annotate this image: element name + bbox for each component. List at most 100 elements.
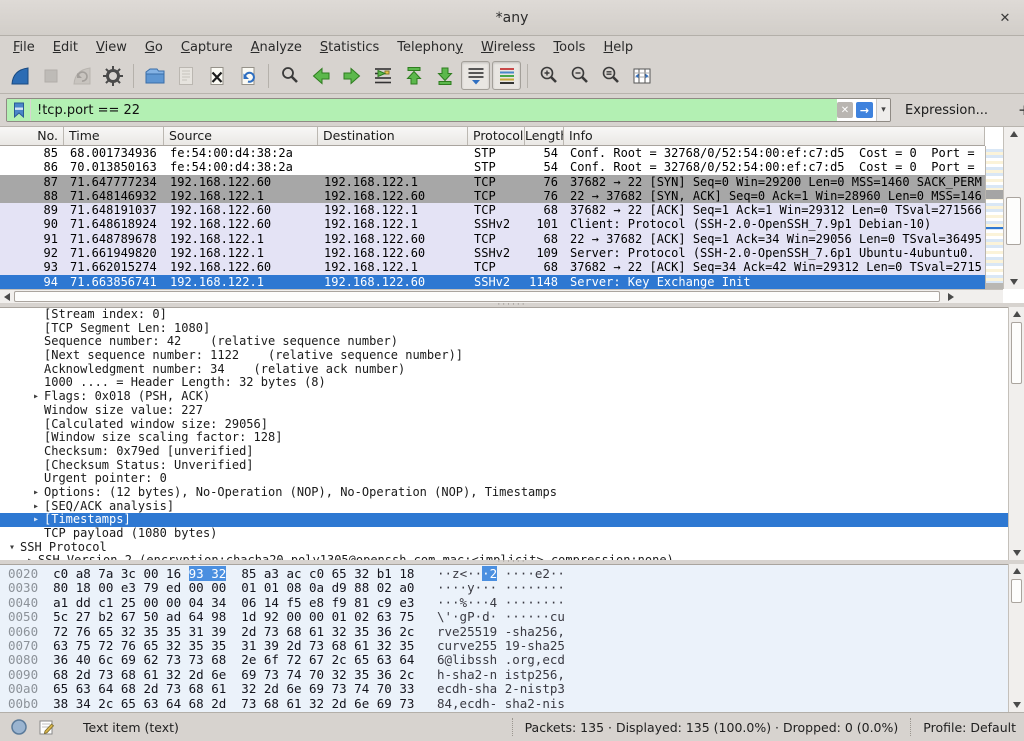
column-header-protocol[interactable]: Protocol (468, 127, 525, 145)
menu-view[interactable]: View (87, 38, 136, 57)
hex-row[interactable]: 0040 a1 dd c1 25 00 00 04 34 06 14 f5 e8… (8, 596, 1008, 610)
open-file-button[interactable] (140, 61, 169, 90)
display-filter-entry[interactable]: !tcp.port == 22 ✕ → ▾ (6, 98, 891, 122)
capture-options-button[interactable] (98, 61, 127, 90)
column-header-length[interactable]: Length (525, 127, 564, 145)
packet-row-85[interactable]: 8568.001734936fe:54:00:d4:38:2aSTP54Conf… (0, 146, 985, 160)
packet-row-89[interactable]: 8971.648191037192.168.122.60192.168.122.… (0, 203, 985, 217)
menu-go[interactable]: Go (136, 38, 172, 57)
packet-row-93[interactable]: 9371.662015274192.168.122.60192.168.122.… (0, 260, 985, 274)
hex-row[interactable]: 00a0 65 63 64 68 2d 73 68 61 32 2d 6e 69… (8, 682, 1008, 696)
scroll-left-arrow[interactable] (0, 290, 14, 303)
auto-scroll-button[interactable] (461, 61, 490, 90)
hex-row[interactable]: 0050 5c 27 b2 67 50 ad 64 98 1d 92 00 00… (8, 610, 1008, 624)
packet-row-87[interactable]: 8771.647777234192.168.122.60192.168.122.… (0, 175, 985, 189)
hex-row[interactable]: 0060 72 76 65 32 35 35 31 39 2d 73 68 61… (8, 625, 1008, 639)
detail-line[interactable]: 1000 .... = Header Length: 32 bytes (8) (0, 376, 1008, 390)
go-forward-button[interactable] (337, 61, 366, 90)
details-vscrollbar[interactable] (1008, 307, 1024, 560)
menu-analyze[interactable]: Analyze (242, 38, 311, 57)
scroll-down-arrow[interactable] (1009, 546, 1024, 560)
hex-row[interactable]: 00b0 38 34 2c 65 63 64 68 2d 73 68 61 32… (8, 697, 1008, 711)
hex-row[interactable]: 0080 36 40 6c 69 62 73 73 68 2e 6f 72 67… (8, 653, 1008, 667)
packet-list-vscrollbar[interactable] (1003, 127, 1024, 289)
go-to-bottom-button[interactable] (430, 61, 459, 90)
hex-row[interactable]: 0090 68 2d 73 68 61 32 2d 6e 69 73 74 70… (8, 668, 1008, 682)
scroll-thumb[interactable] (14, 291, 940, 302)
zoom-in-button[interactable] (534, 61, 563, 90)
packet-row-90[interactable]: 9071.648618924192.168.122.60192.168.122.… (0, 217, 985, 231)
filter-bookmark-button[interactable] (7, 99, 31, 121)
close-window-button[interactable]: ✕ (996, 9, 1014, 27)
scroll-up-arrow[interactable] (1009, 564, 1024, 578)
expert-info-icon[interactable] (10, 718, 28, 736)
expander-right-icon[interactable]: ▸ (28, 500, 44, 514)
detail-line[interactable]: Urgent pointer: 0 (0, 472, 1008, 486)
expander-right-icon[interactable]: ▸ (28, 486, 44, 500)
resize-columns-button[interactable] (627, 61, 656, 90)
reload-file-button[interactable] (233, 61, 262, 90)
scroll-thumb[interactable] (1011, 322, 1022, 384)
detail-line[interactable]: ▸[Timestamps] (0, 513, 1008, 527)
display-filter-input[interactable]: !tcp.port == 22 (31, 99, 837, 121)
detail-line[interactable]: [Checksum Status: Unverified] (0, 459, 1008, 473)
detail-line[interactable]: Acknowledgment number: 34 (relative ack … (0, 363, 1008, 377)
scroll-up-arrow[interactable] (1009, 307, 1024, 321)
detail-line[interactable]: Sequence number: 42 (relative sequence n… (0, 335, 1008, 349)
expander-right-icon[interactable]: ▸ (28, 390, 44, 404)
scroll-down-arrow[interactable] (1004, 275, 1024, 289)
scroll-thumb[interactable] (1011, 579, 1022, 603)
menu-capture[interactable]: Capture (172, 38, 242, 57)
find-packet-button[interactable] (275, 61, 304, 90)
hex-row[interactable]: 0070 63 75 72 76 65 32 35 35 31 39 2d 73… (8, 639, 1008, 653)
column-header-info[interactable]: Info (564, 127, 985, 145)
apply-filter-button[interactable]: → (856, 102, 873, 118)
detail-line[interactable]: [Window size scaling factor: 128] (0, 431, 1008, 445)
menu-tools[interactable]: Tools (544, 38, 594, 57)
scroll-thumb[interactable] (1006, 197, 1021, 245)
hex-row[interactable]: 0020 c0 a8 7a 3c 00 16 93 32 85 a3 ac c0… (8, 567, 1008, 581)
close-file-button[interactable] (202, 61, 231, 90)
packet-row-91[interactable]: 9171.648789678192.168.122.1192.168.122.6… (0, 232, 985, 246)
hex-row[interactable]: 0030 80 18 00 e3 79 ed 00 00 01 01 08 0a… (8, 581, 1008, 595)
status-profile[interactable]: Profile: Default (923, 720, 1024, 735)
detail-line[interactable]: Window size value: 227 (0, 404, 1008, 418)
packet-minimap[interactable] (985, 146, 1003, 289)
column-header-no[interactable]: No. (0, 127, 64, 145)
zoom-out-button[interactable] (565, 61, 594, 90)
detail-line[interactable]: ▸Flags: 0x018 (PSH, ACK) (0, 390, 1008, 404)
menu-wireless[interactable]: Wireless (472, 38, 544, 57)
bytes-vscrollbar[interactable] (1008, 564, 1024, 712)
column-header-destination[interactable]: Destination (318, 127, 468, 145)
go-to-top-button[interactable] (399, 61, 428, 90)
scroll-up-arrow[interactable] (1004, 127, 1024, 141)
go-to-packet-button[interactable] (368, 61, 397, 90)
colorize-button[interactable] (492, 61, 521, 90)
packet-row-94[interactable]: 9471.663856741192.168.122.1192.168.122.6… (0, 275, 985, 289)
expander-down-icon[interactable]: ▾ (4, 541, 20, 555)
expression-button[interactable]: Expression... (905, 103, 988, 118)
add-filter-button[interactable]: + (1012, 101, 1024, 119)
capture-comment-icon[interactable] (38, 718, 55, 736)
detail-line[interactable]: ▾SSH Protocol (0, 541, 1008, 555)
menu-edit[interactable]: Edit (44, 38, 87, 57)
detail-line[interactable]: [Stream index: 0] (0, 308, 1008, 322)
packet-row-88[interactable]: 8871.648146932192.168.122.1192.168.122.6… (0, 189, 985, 203)
column-header-source[interactable]: Source (164, 127, 318, 145)
detail-line[interactable]: Checksum: 0x79ed [unverified] (0, 445, 1008, 459)
clear-filter-button[interactable]: ✕ (837, 102, 853, 118)
menu-help[interactable]: Help (594, 38, 642, 57)
packet-row-86[interactable]: 8670.013850163fe:54:00:d4:38:2aSTP54Conf… (0, 160, 985, 174)
detail-line[interactable]: [Next sequence number: 1122 (relative se… (0, 349, 1008, 363)
scroll-right-arrow[interactable] (944, 290, 958, 303)
detail-line[interactable]: ▸Options: (12 bytes), No-Operation (NOP)… (0, 486, 1008, 500)
detail-line[interactable]: ▸[SEQ/ACK analysis] (0, 500, 1008, 514)
go-back-button[interactable] (306, 61, 335, 90)
expander-right-icon[interactable]: ▸ (28, 513, 44, 527)
menu-statistics[interactable]: Statistics (311, 38, 388, 57)
column-header-time[interactable]: Time (64, 127, 164, 145)
detail-line[interactable]: [TCP Segment Len: 1080] (0, 322, 1008, 336)
detail-line[interactable]: TCP payload (1080 bytes) (0, 527, 1008, 541)
packet-bytes-pane[interactable]: 0020 c0 a8 7a 3c 00 16 93 32 85 a3 ac c0… (0, 564, 1008, 712)
menu-telephony[interactable]: Telephony (388, 38, 472, 57)
